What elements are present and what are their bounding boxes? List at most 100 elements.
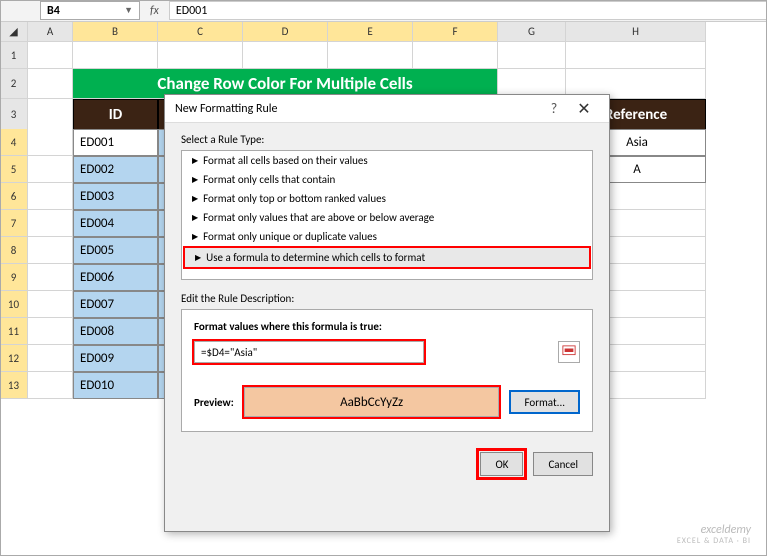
cell[interactable] (28, 264, 73, 291)
triangle-icon: ▶ (192, 232, 198, 242)
row-header[interactable]: 7 (0, 210, 28, 237)
id-cell[interactable]: ED001 (73, 129, 158, 156)
preview-swatch: AaBbCcYyZz (244, 387, 500, 417)
formula-input-value: =$D4="Asia" (201, 346, 257, 359)
cell[interactable] (28, 345, 73, 372)
preview-label: Preview: (194, 396, 234, 409)
dialog-body: Select a Rule Type: ▶ Format all cells ba… (165, 123, 609, 442)
new-formatting-rule-dialog: New Formatting Rule ? ✕ Select a Rule Ty… (164, 94, 610, 532)
grid-row: 1 (0, 42, 767, 69)
cell[interactable] (28, 372, 73, 399)
id-cell[interactable]: ED005 (73, 237, 158, 264)
col-header[interactable]: G (498, 22, 566, 42)
watermark: exceldemy EXCEL & DATA · BI (677, 524, 751, 546)
dialog-title: New Formatting Rule (175, 102, 539, 116)
cell[interactable] (28, 291, 73, 318)
rule-option[interactable]: ▶Format only cells that contain (182, 170, 592, 189)
cell[interactable] (28, 42, 73, 69)
select-rule-label: Select a Rule Type: (181, 133, 593, 146)
edit-description-label: Edit the Rule Description: (181, 292, 593, 305)
id-cell[interactable]: ED006 (73, 264, 158, 291)
row-header[interactable]: 5 (0, 156, 28, 183)
row-header[interactable]: 2 (0, 69, 28, 99)
dialog-buttons: OK Cancel (165, 442, 609, 486)
rule-option[interactable]: ▶ Format only unique or duplicate values (182, 227, 592, 246)
cell[interactable] (413, 42, 498, 69)
triangle-icon: ▶ (192, 156, 198, 166)
col-header[interactable]: E (328, 22, 413, 42)
formula-row: =$D4="Asia" (194, 341, 580, 363)
watermark-sub: EXCEL & DATA · BI (677, 537, 751, 546)
col-header[interactable]: A (28, 22, 73, 42)
cell[interactable] (498, 42, 566, 69)
cell[interactable] (28, 69, 73, 99)
preview-text: AaBbCcYyZz (340, 395, 403, 410)
rule-option[interactable]: ▶Format only top or bottom ranked values (182, 189, 592, 208)
col-header[interactable]: F (413, 22, 498, 42)
col-header[interactable]: H (566, 22, 706, 42)
row-header[interactable]: 3 (0, 99, 28, 130)
col-header[interactable]: D (243, 22, 328, 42)
cancel-button[interactable]: Cancel (533, 452, 593, 476)
rule-option[interactable]: ▶ Format all cells based on their values (182, 151, 592, 170)
id-cell[interactable]: ED008 (73, 318, 158, 345)
id-cell[interactable]: ED002 (73, 156, 158, 183)
rule-option-label: Format only unique or duplicate values (203, 230, 377, 243)
cell[interactable] (28, 183, 73, 210)
cell[interactable] (28, 156, 73, 183)
column-header-row: ◢ A B C D E F G H (0, 22, 767, 42)
formula-bar[interactable]: ED001 (169, 1, 767, 20)
col-header[interactable]: C (158, 22, 243, 42)
cancel-button-label: Cancel (548, 458, 578, 471)
cell[interactable] (28, 99, 73, 130)
cell[interactable] (566, 42, 706, 69)
ok-button[interactable]: OK (480, 452, 523, 476)
id-cell[interactable]: ED007 (73, 291, 158, 318)
row-header[interactable]: 13 (0, 372, 28, 399)
name-box-value: B4 (47, 4, 60, 18)
preview-row: Preview: AaBbCcYyZz Format... (194, 387, 580, 417)
cell[interactable] (28, 318, 73, 345)
cell[interactable] (28, 129, 73, 156)
cell[interactable] (73, 42, 158, 69)
formula-bar-row: B4 ▼ fx ED001 (0, 0, 767, 22)
triangle-icon: ▶ (192, 175, 198, 185)
id-cell[interactable]: ED010 (73, 372, 158, 399)
row-header[interactable]: 10 (0, 291, 28, 318)
row-header[interactable]: 1 (0, 42, 28, 69)
id-cell[interactable]: ED004 (73, 210, 158, 237)
cell[interactable] (158, 42, 243, 69)
name-box[interactable]: B4 ▼ (40, 1, 140, 20)
cell[interactable] (328, 42, 413, 69)
formula-bar-value: ED001 (176, 4, 208, 18)
dialog-titlebar[interactable]: New Formatting Rule ? ✕ (165, 95, 609, 123)
format-button-label: Format... (524, 396, 565, 409)
cell[interactable] (28, 210, 73, 237)
id-header[interactable]: ID (73, 99, 158, 130)
row-header[interactable]: 8 (0, 237, 28, 264)
row-header[interactable]: 4 (0, 129, 28, 156)
cell[interactable] (28, 237, 73, 264)
ok-button-label: OK (495, 458, 508, 471)
rule-option-label: Format all cells based on their values (203, 154, 368, 167)
col-header[interactable]: B (73, 22, 158, 42)
select-all-corner[interactable]: ◢ (0, 22, 28, 42)
row-header[interactable]: 11 (0, 318, 28, 345)
format-button[interactable]: Format... (509, 390, 580, 414)
help-icon[interactable]: ? (539, 100, 569, 117)
fx-icon[interactable]: fx (150, 4, 159, 18)
formula-input[interactable]: =$D4="Asia" (194, 341, 424, 363)
close-icon[interactable]: ✕ (569, 99, 599, 119)
rule-option[interactable]: ▶Format only values that are above or be… (182, 208, 592, 227)
row-header[interactable]: 12 (0, 345, 28, 372)
id-cell[interactable]: ED003 (73, 183, 158, 210)
chevron-down-icon[interactable]: ▼ (124, 5, 133, 16)
rule-option-formula[interactable]: ▶Use a formula to determine which cells … (183, 246, 591, 269)
row-header[interactable]: 9 (0, 264, 28, 291)
collapse-dialog-icon[interactable] (558, 341, 580, 363)
id-cell[interactable]: ED009 (73, 345, 158, 372)
cell[interactable] (243, 42, 328, 69)
rule-option-label: Format only values that are above or bel… (203, 211, 434, 224)
row-header[interactable]: 6 (0, 183, 28, 210)
rule-type-list: ▶Format all cells based on their values … (181, 150, 593, 280)
